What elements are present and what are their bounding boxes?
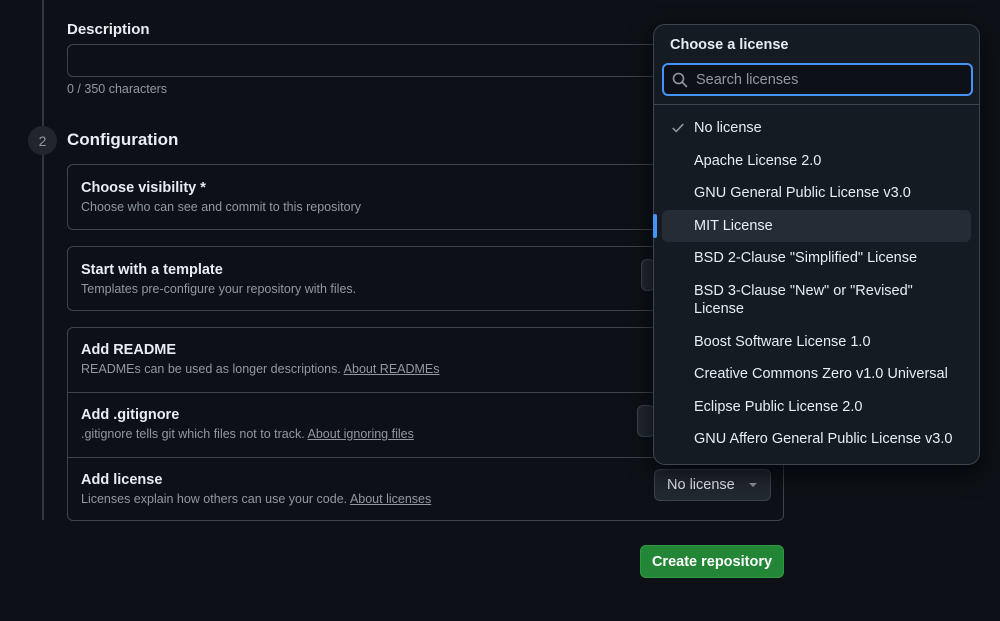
description-label: Description xyxy=(67,21,150,38)
timeline-line xyxy=(42,0,44,520)
about-ignoring-files-link[interactable]: About ignoring files xyxy=(308,427,414,441)
license-option-label: BSD 2-Clause "Simplified" License xyxy=(694,250,918,266)
license-option-label: Boost Software License 1.0 xyxy=(694,333,871,350)
license-select-button[interactable]: No license xyxy=(654,469,771,501)
description-char-counter: 0 / 350 characters xyxy=(67,82,168,96)
step-number-badge: 2 xyxy=(28,126,57,155)
active-item-indicator xyxy=(653,213,657,238)
license-subtitle-text: Licenses explain how others can use your… xyxy=(81,492,348,506)
license-option[interactable]: BSD 3-Clause "New" or "Revised" License xyxy=(662,275,971,326)
about-readmes-link[interactable]: About READMEs xyxy=(344,362,440,376)
license-option-label: GNU Affero General Public License v3.0 xyxy=(694,431,953,447)
license-option-label: GNU General Public License v3.0 xyxy=(694,185,911,201)
search-icon xyxy=(672,72,688,87)
license-option[interactable]: Eclipse Public License 2.0 xyxy=(662,391,971,424)
license-dropdown: Choose a license No license Apache Licens… xyxy=(653,24,980,465)
caret-down-icon xyxy=(748,483,757,487)
license-option-label: Creative Commons Zero v1.0 Universal xyxy=(694,366,948,382)
license-search-input[interactable] xyxy=(696,71,956,88)
license-option-label: Eclipse Public License 2.0 xyxy=(694,398,863,415)
create-repository-button[interactable]: Create repository xyxy=(640,545,784,578)
license-option[interactable]: Creative Commons Zero v1.0 Universal xyxy=(662,358,971,391)
license-option[interactable]: GNU Affero General Public License v3.0 xyxy=(662,423,971,456)
license-option-label: Apache License 2.0 xyxy=(694,152,822,169)
license-options-list: No license Apache License 2.0 GNU General … xyxy=(653,112,979,456)
license-search-box[interactable] xyxy=(662,63,973,96)
license-option[interactable]: GNU General Public License v3.0 xyxy=(662,177,971,210)
license-option[interactable]: BSD 2-Clause "Simplified" License xyxy=(662,242,971,275)
check-icon xyxy=(672,123,684,133)
license-option[interactable]: Apache License 2.0 xyxy=(662,145,971,178)
license-option[interactable]: MIT License xyxy=(653,209,971,242)
license-dropdown-title: Choose a license xyxy=(670,37,789,53)
about-licenses-link[interactable]: About licenses xyxy=(350,492,431,506)
new-repository-page: Description 0 / 350 characters 2 Configu… xyxy=(0,0,1000,621)
configuration-title: Configuration xyxy=(67,130,179,149)
gitignore-subtitle-text: .gitignore tells git which files not to … xyxy=(81,427,305,441)
license-option-label: No license xyxy=(694,120,762,136)
license-option[interactable]: Boost Software License 1.0 xyxy=(662,326,971,359)
description-input[interactable] xyxy=(67,44,687,77)
readme-subtitle-text: READMEs can be used as longer descriptio… xyxy=(81,362,341,376)
license-select-label: No license xyxy=(667,477,735,493)
dropdown-divider xyxy=(654,104,979,105)
license-option[interactable]: No license xyxy=(662,112,971,145)
license-option-label: BSD 3-Clause "New" or "Revised" License xyxy=(694,282,913,318)
license-option-label: MIT License xyxy=(694,217,773,234)
